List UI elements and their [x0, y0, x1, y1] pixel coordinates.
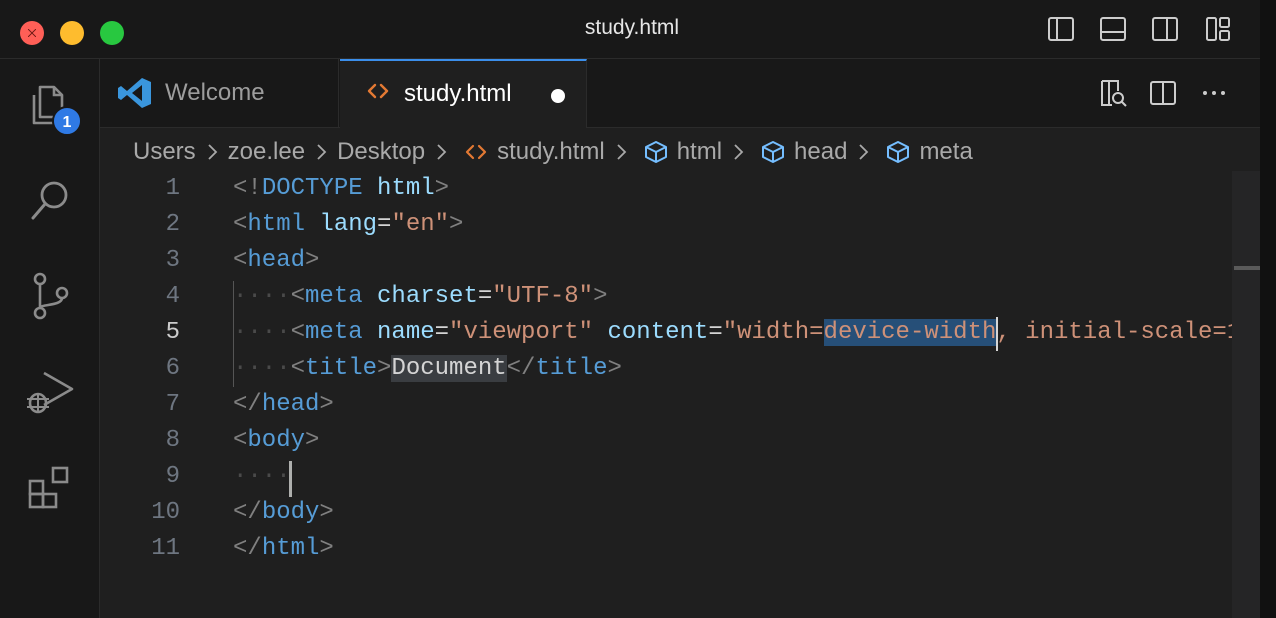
line-number: 4 [165, 283, 180, 310]
code-line[interactable]: </head> [233, 387, 334, 423]
line-number: 10 [151, 499, 180, 526]
breadcrumb-item-desktop[interactable]: Desktop [337, 138, 425, 166]
tab-label: study.html [404, 80, 512, 107]
code-line[interactable]: ···· [233, 459, 291, 495]
source-control-icon[interactable] [24, 269, 76, 321]
symbol-element-icon [760, 139, 786, 165]
code-line[interactable]: <head> [233, 243, 319, 279]
vscode-logo-icon [118, 76, 152, 110]
chevron-right-icon [727, 141, 749, 163]
line-number: 8 [165, 427, 180, 454]
chevron-right-icon [310, 141, 332, 163]
chevron-right-icon [430, 141, 452, 163]
scrollbar-thumb[interactable] [1234, 266, 1260, 270]
run-and-debug-icon[interactable] [24, 365, 76, 417]
more-actions-icon[interactable] [1198, 77, 1230, 109]
search-icon[interactable] [24, 175, 76, 227]
symbol-element-icon [885, 139, 911, 165]
chevron-right-icon [201, 141, 223, 163]
window-edge [1260, 0, 1276, 618]
unsaved-changes-dot[interactable] [551, 89, 565, 103]
open-preview-icon[interactable] [1096, 77, 1128, 109]
code-line[interactable]: <body> [233, 423, 319, 459]
breadcrumb-item-meta[interactable]: meta [879, 138, 973, 166]
html-file-icon [463, 139, 489, 165]
breadcrumb: Users zoe.lee Desktop study.html html he… [133, 135, 973, 169]
minimap-scroll-area[interactable] [1232, 171, 1260, 618]
tab-study-html[interactable]: study.html [340, 59, 587, 128]
text-selection: device-width [823, 319, 997, 346]
word-highlight: Document [391, 355, 507, 382]
line-number: 6 [165, 355, 180, 382]
toggle-secondary-sidebar-icon[interactable] [1150, 14, 1180, 44]
line-number: 11 [151, 535, 180, 562]
line-number-active: 5 [165, 319, 180, 346]
chevron-right-icon [610, 141, 632, 163]
tab-welcome[interactable]: Welcome [100, 59, 339, 127]
activity-bar: 1 [0, 59, 100, 618]
customize-layout-icon[interactable] [1203, 14, 1233, 44]
line-number: 7 [165, 391, 180, 418]
code-line[interactable]: ····<title>Document</title> [233, 351, 622, 387]
split-editor-icon[interactable] [1147, 77, 1179, 109]
code-line[interactable]: <html lang="en"> [233, 207, 463, 243]
extensions-icon[interactable] [24, 461, 76, 513]
code-line-active[interactable]: ····<meta name="viewport" content="width… [233, 315, 1276, 351]
vscode-window: study.html 1 Welcome study.html Users zo… [0, 0, 1276, 618]
toggle-panel-icon[interactable] [1098, 14, 1128, 44]
breadcrumb-item-study-html[interactable]: study.html [457, 138, 605, 166]
tab-label: Welcome [165, 79, 265, 106]
breadcrumb-item-users[interactable]: Users [133, 138, 196, 166]
chevron-right-icon [852, 141, 874, 163]
indent-cursor-marker [289, 461, 292, 497]
line-number: 9 [165, 463, 180, 490]
html-file-icon [366, 79, 390, 103]
explorer-badge: 1 [52, 106, 82, 136]
breadcrumb-item-head[interactable]: head [754, 138, 847, 166]
symbol-element-icon [643, 139, 669, 165]
breadcrumb-item-zoe-lee[interactable]: zoe.lee [228, 138, 305, 166]
line-number: 3 [165, 247, 180, 274]
code-line[interactable]: </body> [233, 495, 334, 531]
code-line[interactable]: ····<meta charset="UTF-8"> [233, 279, 608, 315]
code-line[interactable]: <!DOCTYPE html> [233, 171, 449, 207]
title-bar: study.html [0, 0, 1276, 59]
toggle-primary-sidebar-icon[interactable] [1046, 14, 1076, 44]
editor-tab-bar: Welcome study.html [100, 59, 1260, 128]
line-number: 2 [165, 211, 180, 238]
breadcrumb-item-html[interactable]: html [637, 138, 722, 166]
code-line[interactable]: </html> [233, 531, 334, 567]
code-editor[interactable]: 1 2 3 4 5 6 7 8 9 10 11 <!DOCTYPE html> … [100, 171, 1276, 618]
line-number: 1 [165, 175, 180, 202]
text-cursor [996, 317, 998, 351]
